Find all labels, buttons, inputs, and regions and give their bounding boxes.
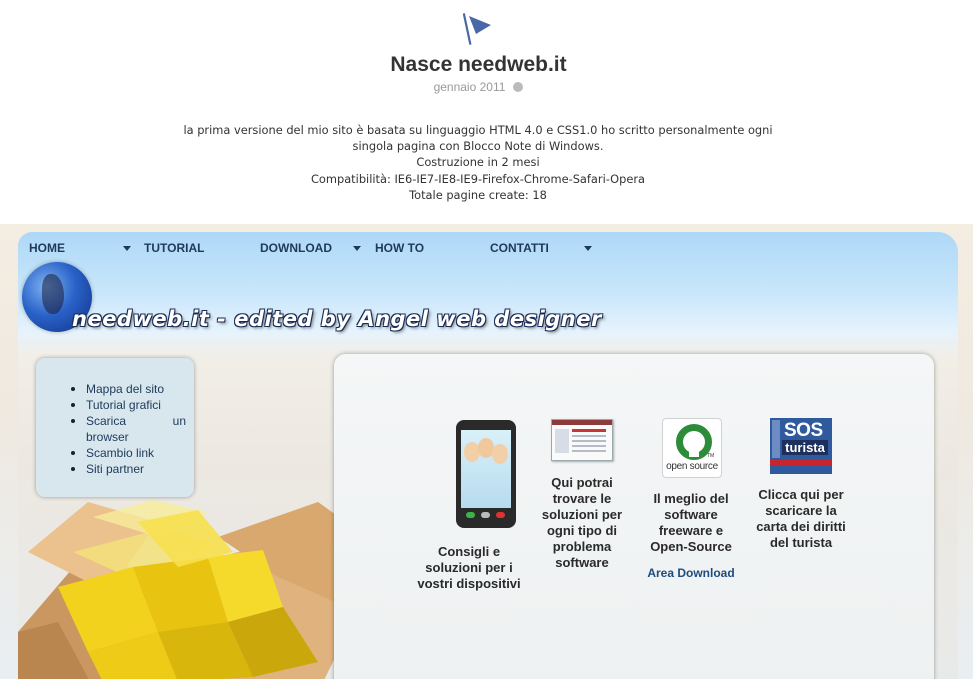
window-content-icon [555,429,606,453]
face-icon [492,444,508,464]
sidebar-item-continuation[interactable]: browser [86,429,186,445]
sidebar-item-scambio-link[interactable]: Scambio link [71,445,186,461]
call-icon [466,512,475,518]
card-label: problema [552,539,612,554]
card-label: Qui potrai [551,475,613,490]
card-label: del turista [769,535,833,550]
open-source-icon[interactable]: TM open source [662,418,722,478]
menu-download[interactable]: DOWNLOAD [260,241,332,255]
card-label: Open-Source [650,539,732,554]
post-date: gennaio 2011 [0,80,957,94]
card-label: Consigli e [437,544,501,559]
card-label: soluzioni per i [425,560,513,575]
sidebar-item-mappa[interactable]: Mappa del sito [71,381,186,397]
card-label: ogni tipo di [546,523,618,538]
software-window-icon[interactable] [551,419,613,461]
sidebar-item-label: Scarica [86,414,127,428]
chevron-down-icon[interactable] [584,246,592,251]
card-label: software [664,507,718,522]
post-body-line: Costruzione in 2 mesi [416,155,540,170]
post-date-text: gennaio 2011 [433,80,506,94]
card-label: Il meglio del [653,491,729,506]
open-source-logo-text: open source [666,461,718,472]
home-icon [481,512,490,518]
sidebar-item-siti-partner[interactable]: Siti partner [71,461,186,477]
sidebar-item-label: un [172,414,186,428]
sidebar-links-panel: Mappa del sito Tutorial grafici Scarica … [36,358,194,497]
main-content-panel: Consigli e soluzioni per i vostri dispos… [334,354,934,679]
card-label: carta dei diritti [756,519,846,534]
menu-tutorial[interactable]: TUTORIAL [144,241,204,255]
globe-icon [513,82,524,92]
post-body-line: Totale pagine create: 18 [409,187,547,202]
card-label: software [555,555,609,570]
sidebar-list: Mappa del sito Tutorial grafici Scarica … [71,381,186,477]
area-download-link[interactable]: Area Download [636,566,746,580]
trademark-mark: TM [707,453,715,459]
post-body: la prima versione del mio sito è basata … [170,122,786,203]
card-label: Clicca qui per [758,487,844,502]
sidebar-item-label: browser [86,430,129,444]
sos-red-bar [770,460,832,465]
card-label: vostri dispositivi [417,576,521,591]
sos-turista-icon[interactable]: SOS turista [770,418,832,474]
card-turista[interactable]: Clicca qui per scaricare la carta dei di… [746,487,856,551]
menu-contatti[interactable]: CONTATTI [490,241,549,255]
card-dispositivi[interactable]: Consigli e soluzioni per i vostri dispos… [414,544,524,592]
card-label: scaricare la [765,503,837,518]
menu-home[interactable]: HOME [29,241,65,255]
hangup-icon [496,512,505,518]
sidebar-item-scarica-browser[interactable]: Scarica un [71,413,186,429]
sos-logo-subtext: turista [782,440,828,455]
menu-howto[interactable]: HOW TO [375,241,424,255]
card-label: freeware e [658,523,724,538]
sos-logo-text: SOS [784,420,823,441]
smartphone-icon[interactable] [456,420,516,528]
flag-icon [463,13,491,45]
needweb-site: HOME TUTORIAL DOWNLOAD HOW TO CONTATTI n… [18,232,958,679]
chevron-down-icon[interactable] [123,246,131,251]
card-open-source[interactable]: Il meglio del software freeware e Open-S… [636,491,746,580]
phone-screen [461,430,511,508]
card-label: soluzioni per [541,507,623,522]
post-title: Nasce needweb.it [390,53,567,76]
post-body-line: la prima versione del mio sito è basata … [183,123,773,137]
open-source-keyhole [689,443,699,457]
chevron-down-icon[interactable] [353,246,361,251]
site-banner: needweb.it - edited by Angel web designe… [72,307,602,331]
website-screenshot[interactable]: HOME TUTORIAL DOWNLOAD HOW TO CONTATTI n… [0,224,973,679]
sidebar-item-tutorial-grafici[interactable]: Tutorial grafici [71,397,186,413]
card-software[interactable]: Qui potrai trovare le soluzioni per ogni… [527,475,637,571]
post-body-line: singola pagina con Blocco Note di Window… [352,139,604,154]
card-label: trovare le [552,491,612,506]
sos-side-mark [772,420,780,458]
post-body-line: Compatibilità: IE6-IE7-IE8-IE9-Firefox-C… [310,171,646,186]
